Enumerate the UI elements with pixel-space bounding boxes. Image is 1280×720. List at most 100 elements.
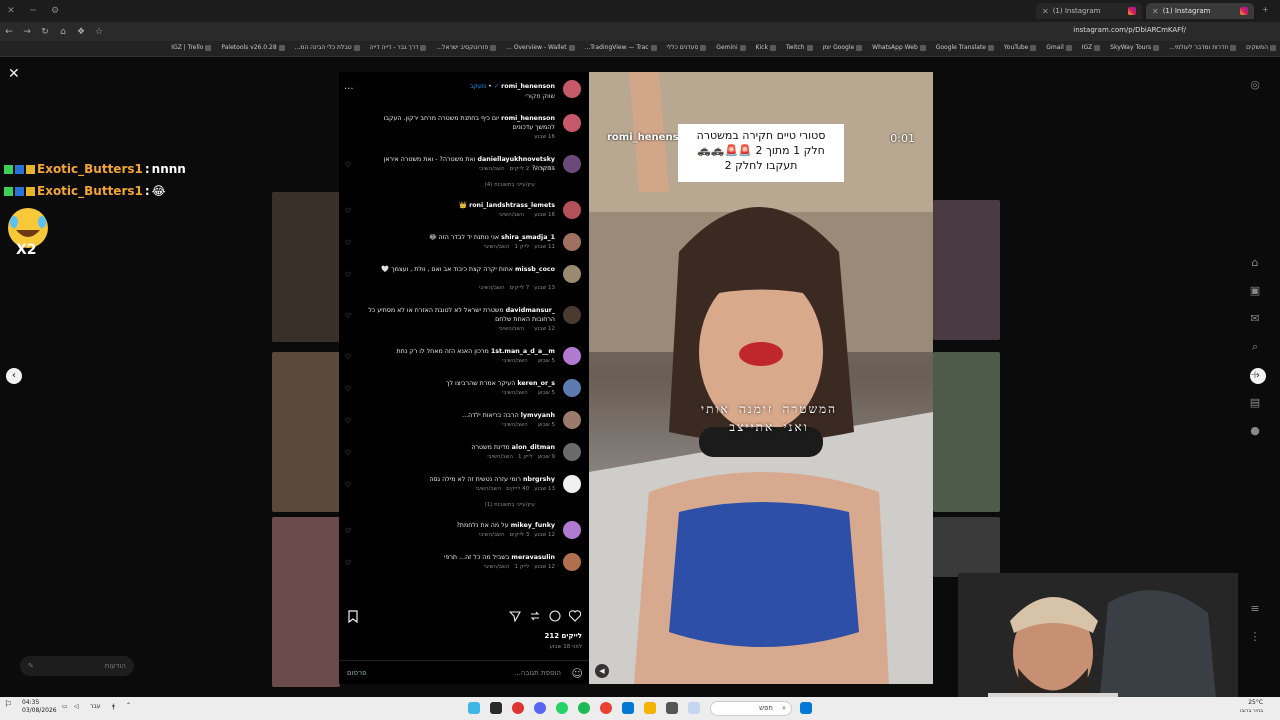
back-icon[interactable]: ←: [0, 27, 18, 37]
home-nav-icon[interactable]: ⌂: [1243, 256, 1267, 284]
avatar[interactable]: [563, 347, 581, 365]
window-minimize-icon[interactable]: ─: [22, 6, 44, 16]
comment-icon[interactable]: [549, 610, 561, 625]
bookmark-item[interactable]: חדרות ומדבר לעולמי...: [1169, 44, 1237, 51]
bookmark-item[interactable]: פזרונוקסיב ישראל...: [436, 44, 497, 51]
weather-temp[interactable]: 25°C: [1240, 699, 1263, 707]
bookmark-item[interactable]: המשקים: [1246, 44, 1276, 51]
bookmark-item[interactable]: TradingView — Trac...: [585, 44, 657, 51]
comment-reply[interactable]: השב/השיבי: [484, 244, 510, 250]
comment-reply[interactable]: השב/השיבי: [479, 285, 505, 291]
emoji-icon[interactable]: ☺: [572, 667, 583, 680]
whatsapp-app-icon[interactable]: [556, 702, 568, 714]
comment-like-icon[interactable]: ♡: [345, 449, 351, 457]
avatar[interactable]: [563, 443, 581, 461]
view-replies-link[interactable]: עיין/עייני בתשובות (1): [485, 502, 535, 508]
comment-reply[interactable]: השב/השיבי: [487, 454, 513, 460]
bookmark-item[interactable]: IGZ | Trello: [171, 44, 212, 51]
create-nav-icon[interactable]: +: [1243, 368, 1267, 396]
comment-reply[interactable]: השב/השיבי: [484, 564, 510, 570]
comment-reply[interactable]: השב/השיבי: [499, 212, 525, 218]
edge-app-icon[interactable]: [468, 702, 480, 714]
tab-close-icon[interactable]: ✕: [1042, 7, 1049, 16]
comment-reply[interactable]: השב/השיבי: [475, 486, 501, 492]
app-icon[interactable]: [512, 702, 524, 714]
close-icon[interactable]: ✕: [8, 66, 20, 82]
avatar[interactable]: [563, 411, 581, 429]
steam-app-icon[interactable]: [490, 702, 502, 714]
bookmark-item[interactable]: סעדנים כללי: [666, 44, 707, 51]
comment-like-icon[interactable]: ♡: [345, 239, 351, 247]
widgets-icon[interactable]: [688, 702, 700, 714]
bookmark-item[interactable]: Paletools v26.0.28: [221, 44, 285, 51]
comment-like-icon[interactable]: ♡: [345, 353, 351, 361]
url-field[interactable]: instagram.com/p/DbiARCmKAFf/: [1073, 26, 1186, 34]
comment-username[interactable]: missb_coco: [515, 266, 555, 273]
comment-like-icon[interactable]: ♡: [345, 207, 351, 215]
comment-like-icon[interactable]: ♡: [345, 417, 351, 425]
avatar[interactable]: [563, 379, 581, 397]
bookmark-icon[interactable]: [347, 610, 359, 626]
comment-username[interactable]: mikey_funky: [511, 522, 555, 529]
battery-icon[interactable]: ▭: [62, 703, 68, 710]
comment-likes[interactable]: 40 לייקים: [506, 486, 529, 492]
comment-likes[interactable]: 7 לייקים: [510, 285, 530, 291]
story-video[interactable]: romi_henenson 0:01 סטורי טיים חקירה במשט…: [589, 72, 933, 684]
avatar[interactable]: [563, 553, 581, 571]
windows-start-icon[interactable]: [800, 702, 812, 714]
follow-button[interactable]: מעקב: [470, 83, 486, 90]
bookmark-item[interactable]: SkyWay Tours: [1110, 44, 1160, 51]
comment-likes[interactable]: לייק 1: [518, 454, 533, 460]
publish-button[interactable]: פרסום: [347, 669, 366, 677]
bookmark-item[interactable]: טבלת כלי הבינה המ...: [295, 44, 360, 51]
bookmark-item[interactable]: IGZ: [1082, 44, 1101, 51]
bookmark-item[interactable]: YouTube: [1004, 44, 1037, 51]
comment-reply[interactable]: השב/השיבי: [479, 532, 505, 538]
spotify-app-icon[interactable]: [578, 702, 590, 714]
comment-username[interactable]: 1st.man_a_d_a__m: [491, 348, 555, 355]
author-name[interactable]: romi_henenson: [501, 83, 555, 90]
avatar[interactable]: [563, 475, 581, 493]
comment-username[interactable]: meravasulin: [511, 554, 555, 561]
discord-app-icon[interactable]: [534, 702, 546, 714]
stats-nav-icon[interactable]: ▤: [1243, 396, 1267, 424]
browser-settings-icon[interactable]: ⚙: [44, 6, 66, 16]
comment-username[interactable]: romi_henenson: [501, 115, 555, 122]
comment-likes[interactable]: 2 לייקים: [510, 166, 530, 172]
share-icon[interactable]: [508, 610, 521, 625]
avatar[interactable]: [563, 265, 581, 283]
profile-nav-icon[interactable]: ●: [1243, 424, 1267, 452]
wifi-icon[interactable]: ⚐: [4, 700, 12, 710]
comment-username[interactable]: daniellayukhnovetsky: [477, 156, 555, 163]
previous-post-arrow-icon[interactable]: ‹: [6, 368, 22, 384]
repost-icon[interactable]: [529, 610, 541, 625]
chrome-app-icon[interactable]: [600, 702, 612, 714]
app-icon[interactable]: [666, 702, 678, 714]
comment-like-icon[interactable]: ♡: [345, 312, 351, 320]
bookmark-item[interactable]: Gemini: [716, 44, 746, 51]
comment-username[interactable]: roni_landshtrass_lemets: [469, 202, 555, 209]
notifications-pill[interactable]: הודעות ✎: [20, 656, 134, 676]
bookmark-item[interactable]: דרך גבר - דייה דייה: [370, 44, 427, 51]
bookmark-item[interactable]: Overview - Wallet ...: [506, 44, 575, 51]
volume-icon[interactable]: ◁: [74, 703, 79, 710]
more-options-icon[interactable]: ···: [344, 84, 354, 95]
comment-username[interactable]: lymvyanh: [521, 412, 555, 419]
avatar[interactable]: [563, 233, 581, 251]
search-nav-icon[interactable]: ⌕: [1243, 340, 1267, 368]
comment-username[interactable]: alon_ditman: [512, 444, 555, 451]
comment-username[interactable]: keren_or_s: [517, 380, 555, 387]
comment-username[interactable]: nbrgrshy: [523, 476, 555, 483]
bookmark-item[interactable]: WhatsApp Web: [872, 44, 926, 51]
comment-username[interactable]: _davidmansur: [506, 307, 555, 314]
taskbar-search-input[interactable]: חפש ⌕: [710, 701, 792, 716]
bookmark-item[interactable]: Twitch: [786, 44, 813, 51]
tab-close-icon[interactable]: ✕: [1152, 7, 1159, 16]
bookmark-item[interactable]: Google Translate: [936, 44, 994, 51]
avatar[interactable]: [563, 521, 581, 539]
clock-time[interactable]: 04:35: [22, 699, 57, 707]
comment-like-icon[interactable]: ♡: [345, 527, 351, 535]
bookmark-item[interactable]: Google יומן: [822, 44, 863, 51]
comment-reply[interactable]: השב/השיבי: [502, 390, 528, 396]
comment-like-icon[interactable]: ♡: [345, 161, 351, 169]
